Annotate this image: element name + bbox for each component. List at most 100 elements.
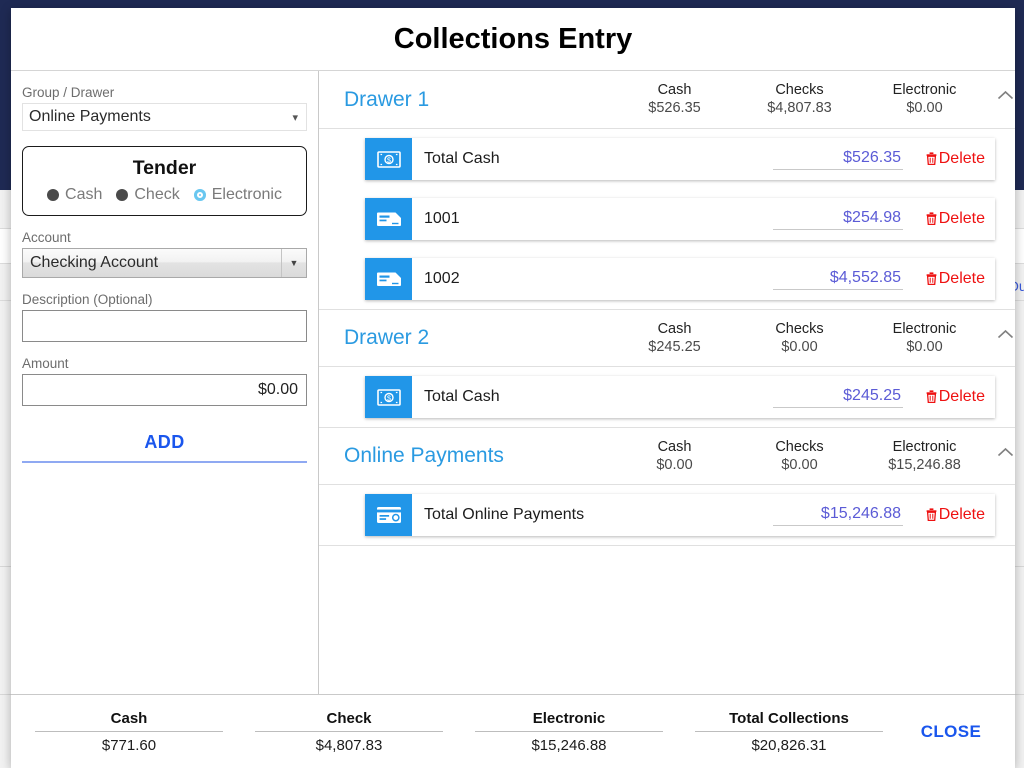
footer-total: Cash $771.60 — [19, 710, 239, 754]
svg-text:$: $ — [387, 157, 391, 164]
collection-row[interactable]: 1001 $254.98 Delete — [365, 198, 995, 240]
tender-radio-check[interactable]: Check — [116, 186, 180, 204]
group-drawer-select[interactable]: Online Payments ▾ — [22, 103, 307, 131]
footer-total-value: $4,807.83 — [315, 736, 383, 754]
delete-button[interactable]: Delete — [903, 388, 985, 406]
group-total-column: Cash $0.00 — [612, 439, 737, 474]
group-total-caption: Cash — [657, 438, 692, 455]
delete-button[interactable]: Delete — [903, 210, 985, 228]
svg-text:$: $ — [387, 395, 391, 402]
amount-label: Amount — [22, 356, 69, 371]
chevron-up-icon[interactable] — [987, 446, 1015, 467]
tender-group: Tender Cash Check Electronic — [22, 146, 307, 216]
group-total-amount: $0.00 — [656, 456, 693, 473]
trash-icon — [926, 507, 937, 523]
group-total-caption: Checks — [775, 438, 824, 455]
trash-icon — [926, 211, 937, 227]
collection-row-label: 1001 — [424, 210, 460, 227]
collection-row-body: 1001 $254.98 Delete — [412, 198, 995, 240]
group-total-column: Electronic $15,246.88 — [862, 439, 987, 474]
delete-label: Delete — [938, 210, 985, 227]
collection-row-body: Total Cash $245.25 Delete — [412, 376, 995, 418]
group-total-amount: $0.00 — [781, 338, 818, 355]
footer-total-rule — [475, 730, 663, 732]
group-title: Drawer 2 — [344, 326, 430, 349]
group-header[interactable]: Drawer 1 Cash $526.35 Checks $4,807.83 Electr… — [319, 71, 1015, 129]
group-drawer-label: Group / Drawer — [22, 85, 115, 100]
account-label: Account — [22, 230, 71, 245]
group-header[interactable]: Online Payments Cash $0.00 Checks $0.00 Elect… — [319, 427, 1015, 485]
footer-total-value: $15,246.88 — [531, 736, 607, 754]
collection-row-amount[interactable]: $526.35 — [773, 149, 903, 170]
collection-row[interactable]: $ Total Cash $526.35 Delete — [365, 138, 995, 180]
tender-radio-electronic[interactable]: Electronic — [193, 186, 282, 204]
collections-entry-dialog: Collections Entry Group / Drawer Online … — [11, 8, 1015, 768]
cash-icon: $ — [365, 138, 412, 180]
delete-label: Delete — [938, 270, 985, 287]
footer-total-rule — [255, 730, 443, 732]
collection-row-label: Total Cash — [424, 150, 500, 167]
close-button[interactable]: CLOSE — [899, 722, 1003, 742]
collection-row-amount[interactable]: $254.98 — [773, 209, 903, 230]
group-total-amount: $0.00 — [781, 456, 818, 473]
amount-input[interactable]: $0.00 — [22, 374, 307, 406]
group-total-amount: $15,246.88 — [888, 456, 961, 473]
group-total-caption: Cash — [657, 320, 692, 337]
footer-total-value: $771.60 — [101, 736, 157, 754]
group-total-column: Checks $4,807.83 — [737, 82, 862, 117]
collection-row[interactable]: 1002 $4,552.85 Delete — [365, 258, 995, 300]
delete-button[interactable]: Delete — [903, 150, 985, 168]
check-icon — [365, 258, 412, 300]
trash-icon — [926, 389, 937, 405]
chevron-down-icon: ▾ — [292, 111, 298, 124]
footer-total-rule — [35, 730, 223, 732]
footer-total-value: $20,826.31 — [751, 736, 827, 754]
collection-row[interactable]: Total Online Payments $15,246.88 Delete — [365, 494, 995, 536]
group-total-column: Electronic $0.00 — [862, 321, 987, 356]
entry-form-panel: Group / Drawer Online Payments ▾ Tender … — [11, 71, 319, 694]
add-button[interactable]: ADD — [22, 432, 307, 463]
delete-label: Delete — [938, 150, 985, 167]
group-total-column: Cash $526.35 — [612, 82, 737, 117]
chevron-up-icon[interactable] — [987, 328, 1015, 349]
tender-radio-cash-label: Cash — [65, 186, 103, 203]
collection-row-wrapper: 1002 $4,552.85 Delete — [319, 249, 1015, 309]
group-total-amount: $0.00 — [906, 100, 943, 116]
delete-button[interactable]: Delete — [903, 270, 985, 288]
totals-footer: Cash $771.60 Check $4,807.83 Electronic $15,2… — [11, 694, 1015, 768]
collection-row-body: Total Cash $526.35 Delete — [412, 138, 995, 180]
account-select[interactable]: Checking Account ▼ — [22, 248, 307, 278]
group-totals: Cash $526.35 Checks $4,807.83 Electronic $0.0… — [612, 82, 987, 117]
tender-radio-check-label: Check — [134, 186, 180, 203]
group-totals: Cash $0.00 Checks $0.00 Electronic $15,246.88 — [612, 439, 987, 474]
collection-row[interactable]: $ Total Cash $245.25 Delete — [365, 376, 995, 418]
group-total-amount: $0.00 — [906, 338, 943, 355]
group-total-column: Cash $245.25 — [612, 321, 737, 356]
collection-row-wrapper: $ Total Cash $526.35 Delete — [319, 129, 1015, 189]
dialog-body: Group / Drawer Online Payments ▾ Tender … — [11, 71, 1015, 694]
collection-row-amount[interactable]: $245.25 — [773, 387, 903, 408]
group-header[interactable]: Drawer 2 Cash $245.25 Checks $0.00 Electronic… — [319, 309, 1015, 367]
radio-dot-selected-icon — [193, 189, 206, 201]
tender-radio-electronic-label: Electronic — [211, 186, 282, 203]
group-totals: Cash $245.25 Checks $0.00 Electronic $0.00 — [612, 321, 987, 356]
collection-row-wrapper: 1001 $254.98 Delete — [319, 189, 1015, 249]
group-title: Online Payments — [344, 444, 504, 467]
collection-row-amount[interactable]: $4,552.85 — [773, 269, 903, 290]
check-icon — [365, 198, 412, 240]
description-input[interactable] — [22, 310, 307, 342]
footer-total-caption: Check — [326, 709, 372, 727]
collection-row-amount[interactable]: $15,246.88 — [773, 505, 903, 526]
group-total-amount: $526.35 — [648, 100, 701, 116]
collection-row-label: 1002 — [424, 270, 460, 287]
chevron-up-icon[interactable] — [987, 89, 1015, 110]
footer-total: Check $4,807.83 — [239, 710, 459, 754]
tender-radio-cash[interactable]: Cash — [47, 186, 102, 204]
collections-list-panel[interactable]: Drawer 1 Cash $526.35 Checks $4,807.83 Electr… — [319, 71, 1015, 694]
description-label: Description (Optional) — [22, 292, 153, 307]
delete-button[interactable]: Delete — [903, 506, 985, 524]
cash-icon: $ — [365, 376, 412, 418]
group-total-amount: $245.25 — [648, 338, 701, 355]
group-drawer-value: Online Payments — [29, 108, 151, 125]
delete-label: Delete — [938, 388, 985, 405]
